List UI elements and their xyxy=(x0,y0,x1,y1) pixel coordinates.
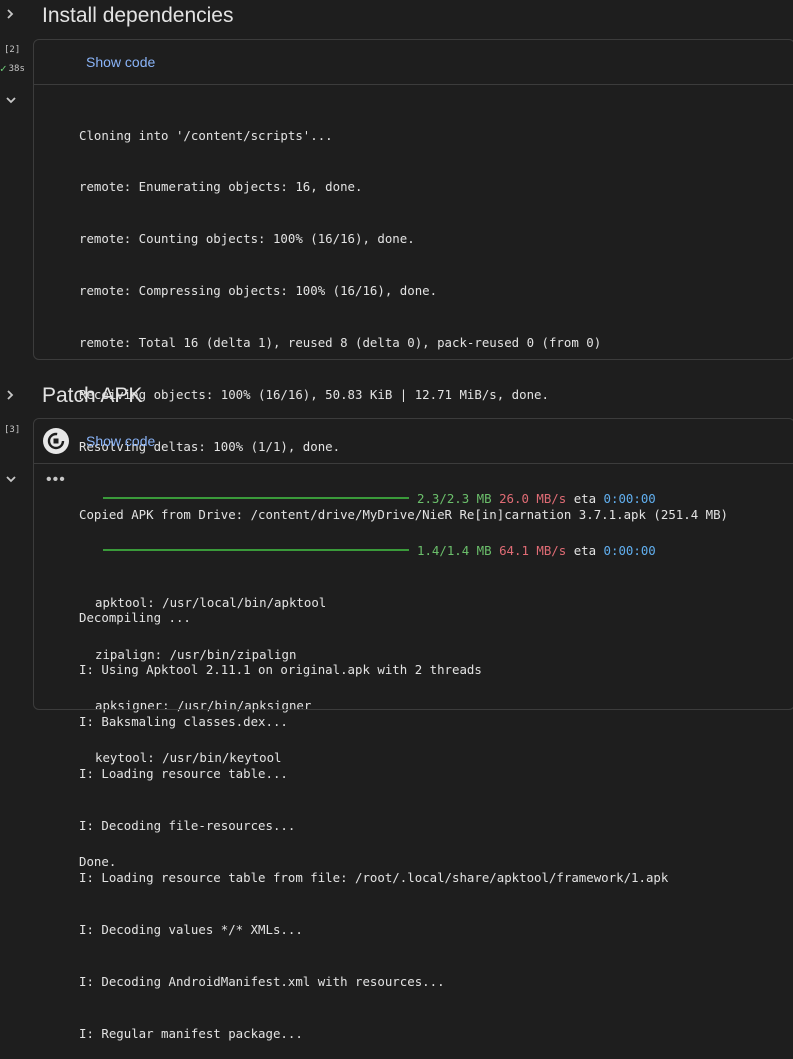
execution-count: [2] xyxy=(4,45,21,55)
execution-time: ✓ 38s xyxy=(0,62,25,75)
show-code-link[interactable]: Show code xyxy=(86,54,155,70)
output-line: I: Decoding AndroidManifest.xml with res… xyxy=(79,973,445,989)
cell-divider xyxy=(34,463,793,464)
output-line: remote: Enumerating objects: 16, done. xyxy=(79,179,363,195)
output-line: I: Loading resource table... xyxy=(79,766,288,782)
running-spinner-icon xyxy=(47,432,65,450)
output-collapse-chevron-icon[interactable] xyxy=(4,472,20,486)
stop-execution-button[interactable] xyxy=(43,428,69,454)
output-line: I: Decoding values */* XMLs... xyxy=(79,921,303,937)
output-line: I: Regular manifest package... xyxy=(79,1025,303,1041)
output-menu-icon[interactable]: ••• xyxy=(46,471,66,489)
output-line: I: Using Apktool 2.11.1 on original.apk … xyxy=(79,662,482,678)
section-expand-chevron-icon[interactable] xyxy=(3,388,19,402)
output-collapse-chevron-icon[interactable] xyxy=(4,93,20,107)
output-line: Receiving objects: 100% (16/16), 50.83 K… xyxy=(79,387,549,403)
section-heading: Patch APK xyxy=(42,384,143,407)
execution-count: [3] xyxy=(4,425,21,435)
output-line: remote: Total 16 (delta 1), reused 8 (de… xyxy=(79,335,602,351)
output-line: remote: Compressing objects: 100% (16/16… xyxy=(79,283,438,299)
execution-duration: 38s xyxy=(8,63,25,74)
section-expand-chevron-icon[interactable] xyxy=(3,7,19,21)
show-code-link[interactable]: Show code xyxy=(86,433,155,449)
output-line: remote: Counting objects: 100% (16/16), … xyxy=(79,231,415,247)
output-line: I: Loading resource table from file: /ro… xyxy=(79,869,669,885)
output-line: I: Decoding file-resources... xyxy=(79,817,296,833)
check-icon: ✓ xyxy=(0,62,7,75)
cell-output: Copied APK from Drive: /content/drive/My… xyxy=(79,471,728,1059)
output-line: Copied APK from Drive: /content/drive/My… xyxy=(79,506,729,522)
output-line: I: Baksmaling classes.dex... xyxy=(79,714,288,730)
section-heading: Install dependencies xyxy=(42,4,234,27)
cell-divider xyxy=(34,84,793,85)
output-line: Cloning into '/content/scripts'... xyxy=(79,127,333,143)
output-line: Decompiling ... xyxy=(79,610,191,626)
